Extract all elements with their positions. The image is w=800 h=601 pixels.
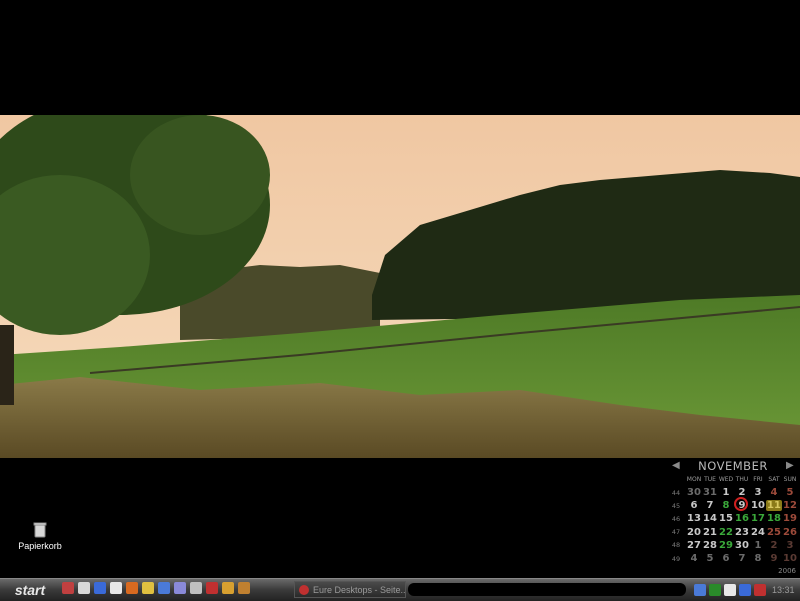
folder-icon[interactable] [142,582,154,594]
calendar-day[interactable]: 26 [782,527,798,538]
media-icon[interactable] [62,582,74,594]
calendar-week-row: 45 6 7 8 9 10 11 12 [666,497,798,512]
calendar-day[interactable]: 17 [750,513,766,524]
browser-icon[interactable] [94,582,106,594]
calendar-day[interactable]: 18 [766,513,782,524]
volume-icon[interactable] [724,584,736,596]
calendar-day[interactable]: 6 [686,500,702,511]
tool-icon[interactable] [222,582,234,594]
task-button-label: Eure Desktops - Seite... [313,584,405,595]
calendar-day[interactable]: 6 [718,553,734,564]
antivirus-icon[interactable] [754,584,766,596]
recycle-bin-label: Papierkorb [18,541,62,551]
calendar-day[interactable]: 7 [734,553,750,564]
week-number: 47 [671,528,681,537]
calendar-day[interactable]: 13 [686,513,702,524]
calendar-day[interactable]: 19 [782,513,798,524]
taskbar-empty-area [408,583,686,596]
calendar-weekdays: MON TUE WED THU FRI SAT SUN [686,476,798,483]
calendar-week-row: 49 4 5 6 7 8 9 10 [666,552,798,565]
calendar-day[interactable]: 29 [718,540,734,551]
taskbar: start Eure Desktops - Seite... 13:31 [0,578,800,601]
calendar-day[interactable]: 1 [718,487,734,498]
calendar-day[interactable]: 27 [686,540,702,551]
landscape-image [0,115,800,458]
floppy-icon[interactable] [110,582,122,594]
weekday-label: SUN [783,476,797,483]
weekday-label: TUE [704,476,716,483]
calendar-day[interactable]: 5 [782,487,798,498]
network-icon[interactable] [694,584,706,596]
calendar-day[interactable]: 28 [702,540,718,551]
calendar-week-row: 48 27 28 29 30 1 2 3 [666,539,798,552]
calendar-day[interactable]: 3 [782,540,798,551]
globe-icon[interactable] [158,582,170,594]
weekday-label: MON [686,476,702,483]
calendar-year: 2006 [778,567,796,575]
calendar-day[interactable]: 25 [766,527,782,538]
tray-icons [694,584,766,596]
calendar-grid: 44 30 31 1 2 3 4 5 45 6 7 8 9 10 11 12 46 13 14 15 16 17 18 19 4… [666,486,798,565]
calendar-day[interactable]: 15 [718,513,734,524]
calendar-day[interactable]: 8 [750,553,766,564]
calendar-day[interactable]: 9 [734,497,750,512]
shield-icon[interactable] [739,584,751,596]
next-month-icon[interactable]: ▶ [786,460,794,471]
calendar-widget: ◀ NOVEMBER ▶ MON TUE WED THU FRI SAT SUN… [666,459,800,575]
start-button[interactable]: start [2,581,58,599]
calendar-day[interactable]: 9 [766,553,782,564]
calendar-day[interactable]: 16 [734,513,750,524]
calendar-day[interactable]: 11 [766,500,782,512]
calendar-day[interactable]: 12 [782,500,798,511]
calendar-day[interactable]: 2 [766,540,782,551]
clock[interactable]: 13:31 [772,585,795,595]
calendar-day[interactable]: 7 [702,500,718,511]
week-number: 49 [671,554,681,563]
quick-launch-bar [62,582,250,594]
calendar-day[interactable]: 20 [686,527,702,538]
app-icon[interactable] [174,582,186,594]
calendar-day[interactable]: 23 [734,527,750,538]
calendar-day[interactable]: 4 [686,553,702,564]
app-icon[interactable] [709,584,721,596]
calendar-day[interactable]: 30 [734,540,750,551]
week-number: 48 [671,541,681,550]
calendar-day[interactable]: 3 [750,487,766,498]
desktop-wallpaper [0,115,800,458]
calendar-day[interactable]: 1 [750,540,766,551]
calendar-day[interactable]: 30 [686,487,702,498]
calendar-header: ◀ NOVEMBER ▶ [666,459,800,473]
firefox-icon[interactable] [126,582,138,594]
calendar-day[interactable]: 8 [718,500,734,511]
weekday-label: FRI [753,476,763,483]
calendar-day[interactable]: 31 [702,487,718,498]
opera-icon[interactable] [206,582,218,594]
calendar-day[interactable]: 22 [718,527,734,538]
explorer-icon[interactable] [78,582,90,594]
recycle-bin-shortcut[interactable]: Papierkorb [14,522,66,551]
week-number: 45 [671,501,681,510]
calendar-week-row: 47 20 21 22 23 24 25 26 [666,526,798,539]
calendar-week-row: 46 13 14 15 16 17 18 19 [666,512,798,525]
week-number: 46 [671,514,681,523]
calendar-day[interactable]: 14 [702,513,718,524]
opera-icon [299,584,309,595]
weekday-label: SAT [768,476,780,483]
calendar-day[interactable]: 4 [766,487,782,498]
mail-icon[interactable] [238,582,250,594]
weekday-label: WED [718,476,734,483]
calendar-day[interactable]: 21 [702,527,718,538]
calendar-month: NOVEMBER [698,459,768,473]
system-tray: 13:31 [690,581,800,599]
calendar-week-row: 44 30 31 1 2 3 4 5 [666,486,798,499]
settings-icon[interactable] [190,582,202,594]
calendar-day[interactable]: 10 [750,500,766,511]
recycle-bin-icon [33,522,47,538]
week-number: 44 [671,488,681,497]
calendar-day[interactable]: 5 [702,553,718,564]
task-button-browser[interactable]: Eure Desktops - Seite... [294,581,406,598]
calendar-day[interactable]: 10 [782,553,798,564]
weekday-label: THU [735,476,749,483]
calendar-day[interactable]: 24 [750,527,766,538]
